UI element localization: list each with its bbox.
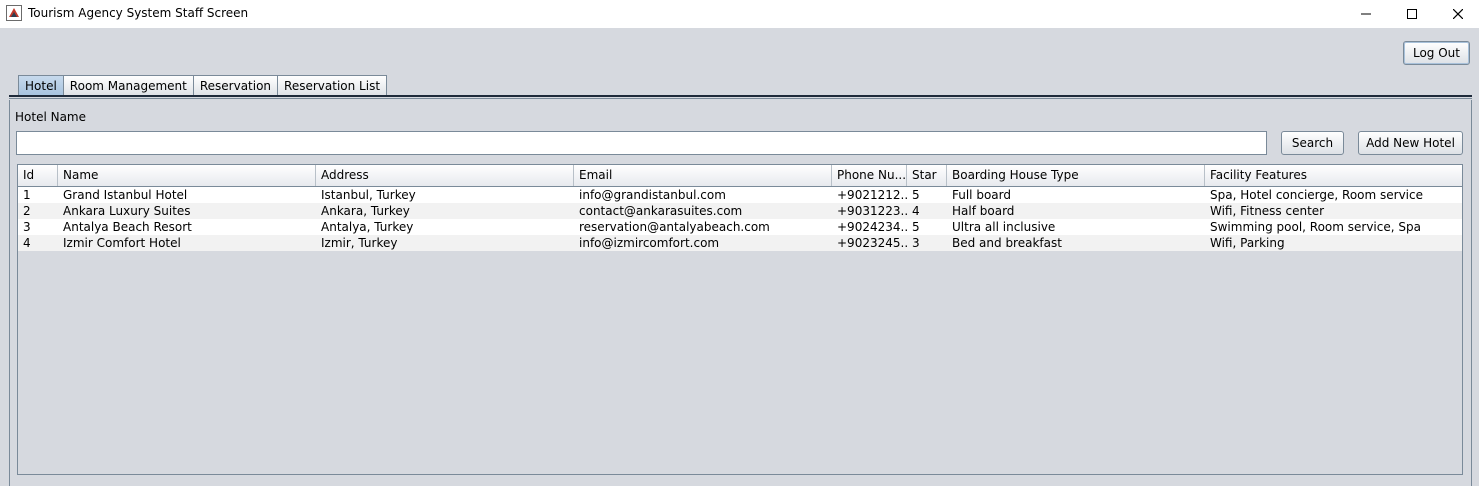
cell-star: 3 <box>912 236 920 250</box>
close-icon <box>1453 9 1463 19</box>
cell-boarding-type: Full board <box>952 188 1011 202</box>
cell-id: 2 <box>23 204 31 218</box>
cell-email: info@grandistanbul.com <box>579 188 726 202</box>
tab-reservation[interactable]: Reservation <box>192 75 278 96</box>
table-row[interactable]: 3 Antalya Beach Resort Antalya, Turkey r… <box>18 219 1462 235</box>
cell-facility-features: Spa, Hotel concierge, Room service <box>1210 188 1423 202</box>
tab-divider <box>9 95 1472 99</box>
cell-star: 5 <box>912 188 920 202</box>
title-bar: Tourism Agency System Staff Screen <box>0 0 1479 28</box>
column-header-id[interactable]: Id <box>18 165 58 186</box>
cell-address: Ankara, Turkey <box>321 204 410 218</box>
cell-boarding-type: Bed and breakfast <box>952 236 1062 250</box>
cell-name: Antalya Beach Resort <box>63 220 192 234</box>
column-header-star[interactable]: Star <box>907 165 947 186</box>
close-button[interactable] <box>1435 0 1479 28</box>
hotel-name-input[interactable] <box>16 131 1267 155</box>
column-header-phone[interactable]: Phone Nu... <box>832 165 907 186</box>
column-header-name[interactable]: Name <box>58 165 316 186</box>
cell-id: 1 <box>23 188 31 202</box>
minimize-icon <box>1361 13 1371 15</box>
cell-address: Antalya, Turkey <box>321 220 414 234</box>
cell-phone: +9031223... <box>837 204 907 218</box>
table-row[interactable]: 4 Izmir Comfort Hotel Izmir, Turkey info… <box>18 235 1462 251</box>
cell-id: 3 <box>23 220 31 234</box>
logout-button[interactable]: Log Out <box>1403 41 1470 65</box>
column-header-address[interactable]: Address <box>316 165 574 186</box>
cell-facility-features: Wifi, Parking <box>1210 236 1285 250</box>
cell-email: reservation@antalyabeach.com <box>579 220 770 234</box>
java-app-icon <box>6 5 22 21</box>
cell-address: Istanbul, Turkey <box>321 188 416 202</box>
cell-email: info@izmircomfort.com <box>579 236 720 250</box>
cell-phone: +9023245... <box>837 236 907 250</box>
maximize-button[interactable] <box>1389 0 1435 28</box>
maximize-icon <box>1407 9 1417 19</box>
tab-reservation-list[interactable]: Reservation List <box>277 75 388 96</box>
search-button[interactable]: Search <box>1281 131 1344 155</box>
cell-facility-features: Swimming pool, Room service, Spa <box>1210 220 1421 234</box>
hotel-table[interactable]: Id Name Address Email Phone Nu... Star B… <box>17 164 1463 475</box>
cell-phone: +9021212... <box>837 188 907 202</box>
table-row[interactable]: 2 Ankara Luxury Suites Ankara, Turkey co… <box>18 203 1462 219</box>
hotel-name-label: Hotel Name <box>15 110 87 124</box>
tab-bar: Hotel Room Management Reservation Reserv… <box>18 75 388 96</box>
column-header-email[interactable]: Email <box>574 165 832 186</box>
window-title: Tourism Agency System Staff Screen <box>28 6 249 20</box>
main-content: Log Out Hotel Room Management Reservatio… <box>0 28 1479 486</box>
cell-phone: +9024234... <box>837 220 907 234</box>
cell-star: 5 <box>912 220 920 234</box>
cell-star: 4 <box>912 204 920 218</box>
tab-room-management[interactable]: Room Management <box>62 75 193 96</box>
cell-email: contact@ankarasuites.com <box>579 204 743 218</box>
table-header: Id Name Address Email Phone Nu... Star B… <box>18 165 1462 187</box>
cell-facility-features: Wifi, Fitness center <box>1210 204 1325 218</box>
cell-name: Ankara Luxury Suites <box>63 204 191 218</box>
column-header-boarding-type[interactable]: Boarding House Type <box>947 165 1205 186</box>
cell-boarding-type: Half board <box>952 204 1015 218</box>
minimize-button[interactable] <box>1343 0 1389 28</box>
cell-address: Izmir, Turkey <box>321 236 398 250</box>
table-row[interactable]: 1 Grand Istanbul Hotel Istanbul, Turkey … <box>18 187 1462 203</box>
cell-id: 4 <box>23 236 31 250</box>
column-header-facility-features[interactable]: Facility Features <box>1205 165 1462 186</box>
tab-hotel[interactable]: Hotel <box>18 75 63 96</box>
cell-boarding-type: Ultra all inclusive <box>952 220 1056 234</box>
add-new-hotel-button[interactable]: Add New Hotel <box>1358 131 1463 155</box>
cell-name: Grand Istanbul Hotel <box>63 188 188 202</box>
cell-name: Izmir Comfort Hotel <box>63 236 181 250</box>
